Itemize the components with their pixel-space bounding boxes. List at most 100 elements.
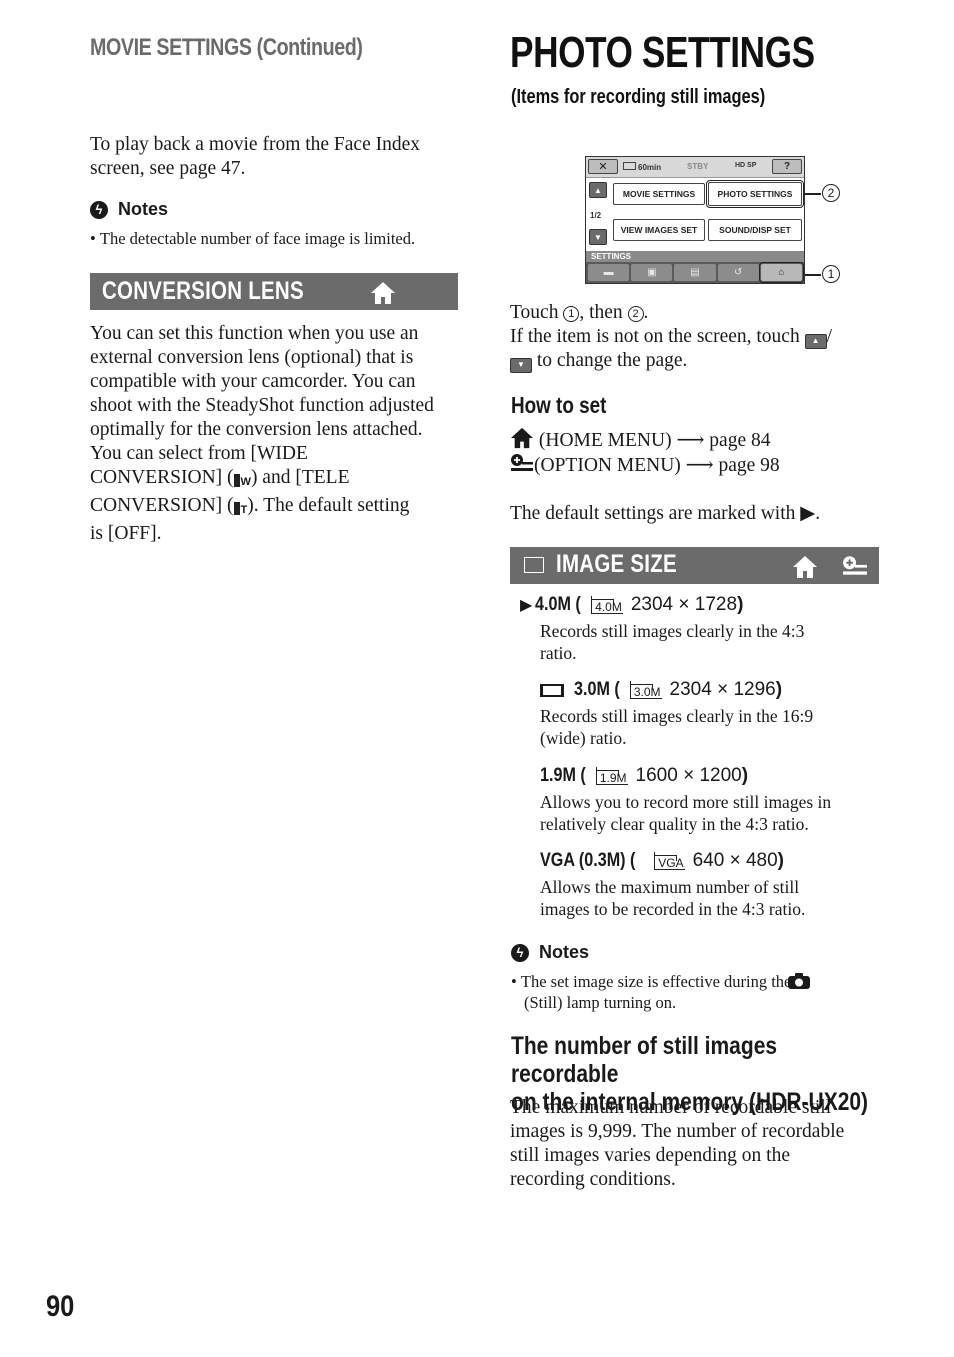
camera-icon — [787, 972, 824, 990]
image-size-option-desc: Records still images clearly in the 4:3 … — [540, 621, 805, 663]
arrow-right-icon: ⟶ — [676, 430, 705, 451]
lcd-screen-illustration: ✕ 60min STBY HD SP ? ▲ 1/2 ▼ MOVIE SETTI… — [585, 156, 805, 284]
continued-section-header: MOVIE SETTINGS (Continued) — [90, 34, 363, 61]
lcd-help-button: ? — [772, 159, 802, 174]
battery-icon — [623, 162, 636, 170]
still-images-body: The maximum number of recordable still i… — [510, 1097, 845, 1190]
size-1-9m-icon: 1.9M — [595, 767, 628, 785]
option-menu-icon — [510, 453, 534, 473]
notes-heading-label: Notes — [539, 942, 590, 962]
page-title: PHOTO SETTINGS — [510, 28, 815, 77]
settings-toolbox-tab-icon: ⌂ — [758, 262, 805, 283]
lcd-status-bar: ✕ 60min STBY HD SP ? — [586, 157, 804, 178]
lcd-movie-settings-button: MOVIE SETTINGS — [613, 183, 705, 205]
playback-tab-icon: ▣ — [631, 264, 673, 281]
callout-line-2 — [805, 193, 821, 195]
body-text-part: ). The default setting — [247, 495, 410, 516]
step-2-icon: 2 — [627, 306, 644, 322]
battery-indicator: 60min — [623, 162, 661, 172]
default-marker-icon: ▶ — [520, 597, 533, 614]
callout-line-1 — [805, 274, 821, 276]
face-index-intro: To play back a movie from the Face Index… — [90, 134, 421, 179]
instructions: Touch 1, then 2. If the item is not on t… — [510, 301, 890, 373]
conversion-lens-section-bar: CONVERSION LENS — [90, 273, 458, 310]
lcd-close-button: ✕ — [588, 159, 618, 174]
connect-tab-icon: ↺ — [717, 264, 759, 281]
tele-conversion-icon: T — [233, 498, 247, 522]
image-size-option: 1.9M ( 1.9M 1600 × 1200) Allows you to r… — [540, 765, 880, 835]
page-up-icon: ▲ — [589, 182, 607, 198]
page-number: 90 — [46, 1290, 75, 1323]
body-line: optimally for the conversion lens attach… — [90, 419, 423, 440]
image-size-option: VGA (0.3M) ( VGA 640 × 480) Allows the m… — [540, 850, 880, 920]
page-indicator: 1/2 — [590, 211, 602, 220]
notes-heading: ϟ Notes — [90, 199, 168, 220]
note-item-text: The detectable number of face image is l… — [99, 229, 416, 248]
image-size-option-title: 3.0M ( 3.0M 2304 × 1296) — [540, 679, 880, 701]
image-size-option-desc: Allows you to record more still images i… — [540, 792, 832, 834]
page-change-instruction: If the item is not on the screen, touch … — [510, 326, 833, 349]
lcd-category-label: SETTINGS — [586, 251, 804, 262]
page-down-button-icon: ▼ — [510, 357, 532, 373]
home-icon — [792, 555, 818, 579]
body-text-part: ) and [TELE — [250, 467, 350, 488]
lcd-photo-settings-button: PHOTO SETTINGS — [706, 180, 804, 208]
body-line: CONVERSION] (T). The default setting — [90, 494, 470, 522]
body-line: is [OFF]. — [90, 523, 162, 544]
image-size-option: 3.0M ( 3.0M 2304 × 1296) Records still i… — [540, 679, 880, 749]
home-menu-reference: (HOME MENU) ⟶ page 84 — [510, 427, 890, 453]
image-size-option-title: ▶ 4.0M ( 4.0M 2304 × 1728) — [520, 594, 744, 615]
conversion-lens-title: CONVERSION LENS — [102, 277, 304, 305]
notes-icon: ϟ — [511, 943, 529, 962]
note-item: • The detectable number of face image is… — [90, 229, 416, 248]
image-size-option-title: 1.9M ( 1.9M 1600 × 1200) — [540, 765, 749, 786]
notes-heading-label: Notes — [118, 199, 169, 219]
lcd-sound-disp-set-button: SOUND/DISP SET — [708, 219, 802, 241]
image-size-icon — [524, 557, 544, 573]
lcd-category-tabs: ▬ ▣ ▤ ↺ ⌂ — [586, 262, 805, 283]
page-subtitle: (Items for recording still images) — [511, 86, 766, 108]
how-to-set-heading: How to set — [511, 392, 607, 418]
step-1-icon: 1 — [563, 306, 580, 322]
how-to-set-body: (HOME MENU) ⟶ page 84 (OPTION MENU) ⟶ pa… — [510, 427, 890, 526]
image-size-title: IMAGE SIZE — [556, 550, 677, 578]
size-3m-icon: 3.0M — [629, 681, 662, 699]
body-text-part: CONVERSION] ( — [90, 495, 234, 516]
body-line: compatible with your camcorder. You can — [90, 371, 416, 392]
standby-status: STBY — [687, 162, 709, 171]
image-size-option-desc: Allows the maximum number of still image… — [540, 877, 806, 919]
note-item: • The set image size is effective during… — [511, 971, 894, 1013]
callout-1: 1 — [822, 265, 840, 283]
wide-conversion-icon: W — [233, 470, 251, 494]
page-down-icon: ▼ — [589, 229, 607, 245]
arrow-right-icon: ⟶ — [685, 455, 714, 476]
body-line: You can set this function when you use a… — [90, 323, 419, 344]
notes-icon: ϟ — [90, 200, 108, 219]
option-menu-icon — [842, 554, 868, 578]
lcd-view-images-set-button: VIEW IMAGES SET — [613, 219, 705, 241]
note-item-text: (Still) lamp turning on. — [524, 993, 677, 1012]
home-icon — [510, 427, 534, 449]
image-size-option: ▶ 4.0M ( 4.0M 2304 × 1728) Records still… — [520, 594, 880, 664]
default-settings-note: The default settings are marked with ▶. — [510, 503, 821, 524]
home-icon — [370, 281, 396, 305]
option-menu-reference: (OPTION MENU) ⟶ page 98 — [510, 453, 890, 478]
body-text-part: CONVERSION] ( — [90, 467, 234, 488]
page-change-instruction-cont: ▼ to change the page. — [510, 349, 890, 373]
touch-instruction: Touch 1, then 2. — [510, 302, 649, 323]
notes-heading: ϟ Notes — [511, 942, 589, 963]
image-size-section-bar: IMAGE SIZE — [510, 547, 879, 584]
size-4m-icon: 4.0M — [591, 596, 623, 614]
camera-tab-icon: ▬ — [588, 264, 630, 281]
image-size-option-title: VGA (0.3M) ( VGA 640 × 480) — [540, 850, 784, 871]
conversion-lens-body: You can set this function when you use a… — [90, 322, 470, 546]
list-tab-icon: ▤ — [674, 264, 716, 281]
note-item-text: The set image size is effective during t… — [520, 972, 792, 991]
body-line: CONVERSION] (W) and [TELE — [90, 466, 470, 494]
body-line: external conversion lens (optional) that… — [90, 347, 414, 368]
body-line: shoot with the SteadyShot function adjus… — [90, 395, 434, 416]
callout-2: 2 — [822, 184, 840, 202]
quality-indicator: HD SP — [735, 162, 757, 169]
body-line: You can select from [WIDE — [90, 443, 308, 464]
page-up-button-icon: ▲ — [804, 333, 827, 349]
